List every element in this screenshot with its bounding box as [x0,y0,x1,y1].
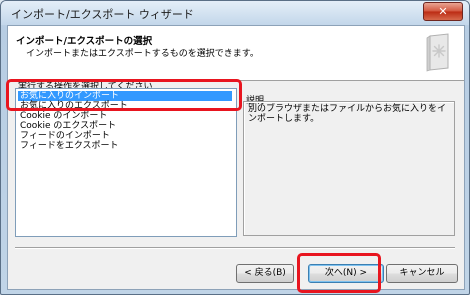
wizard-window: インポート/エクスポート ウィザード ✕ インポート/エクスポートの選択 インポ… [0,0,470,295]
cancel-button[interactable]: キャンセル [386,264,458,283]
wizard-book-icon [426,33,449,72]
back-button[interactable]: < 戻る(B) [236,264,294,283]
wizard-header: インポート/エクスポートの選択 インポートまたはエクスポートするものを選択できま… [8,26,464,81]
header-subtitle: インポートまたはエクスポートするものを選択できます。 [26,49,259,59]
next-button[interactable]: 次へ(N) > [308,264,384,283]
list-item-import-cookies[interactable]: Cookie のインポート [18,111,232,121]
list-item-export-favorites[interactable]: お気に入りのエクスポート [18,101,232,111]
button-separator [15,247,455,248]
close-button[interactable]: ✕ [423,2,463,21]
list-item-import-feeds[interactable]: フィードのインポート [18,131,232,141]
title-bar[interactable]: インポート/エクスポート ウィザード ✕ [1,1,469,25]
list-item-import-favorites[interactable]: お気に入りのインポート [18,91,232,101]
action-listbox[interactable]: お気に入りのインポート お気に入りのエクスポート Cookie のインポート C… [15,88,237,237]
window-title: インポート/エクスポート ウィザード [11,8,194,21]
description-box: 別のブラウザまたはファイルからお気に入りをインポートします。 [243,101,455,236]
list-item-export-feeds[interactable]: フィードをエクスポート [18,141,232,151]
header-title: インポート/エクスポートの選択 [16,36,153,47]
description-text: 別のブラウザまたはファイルからお気に入りをインポートします。 [248,104,447,124]
close-icon: ✕ [438,5,448,18]
list-item-export-cookies[interactable]: Cookie のエクスポート [18,121,232,131]
wizard-body: インポート/エクスポートの選択 インポートまたはエクスポートするものを選択できま… [7,25,465,290]
